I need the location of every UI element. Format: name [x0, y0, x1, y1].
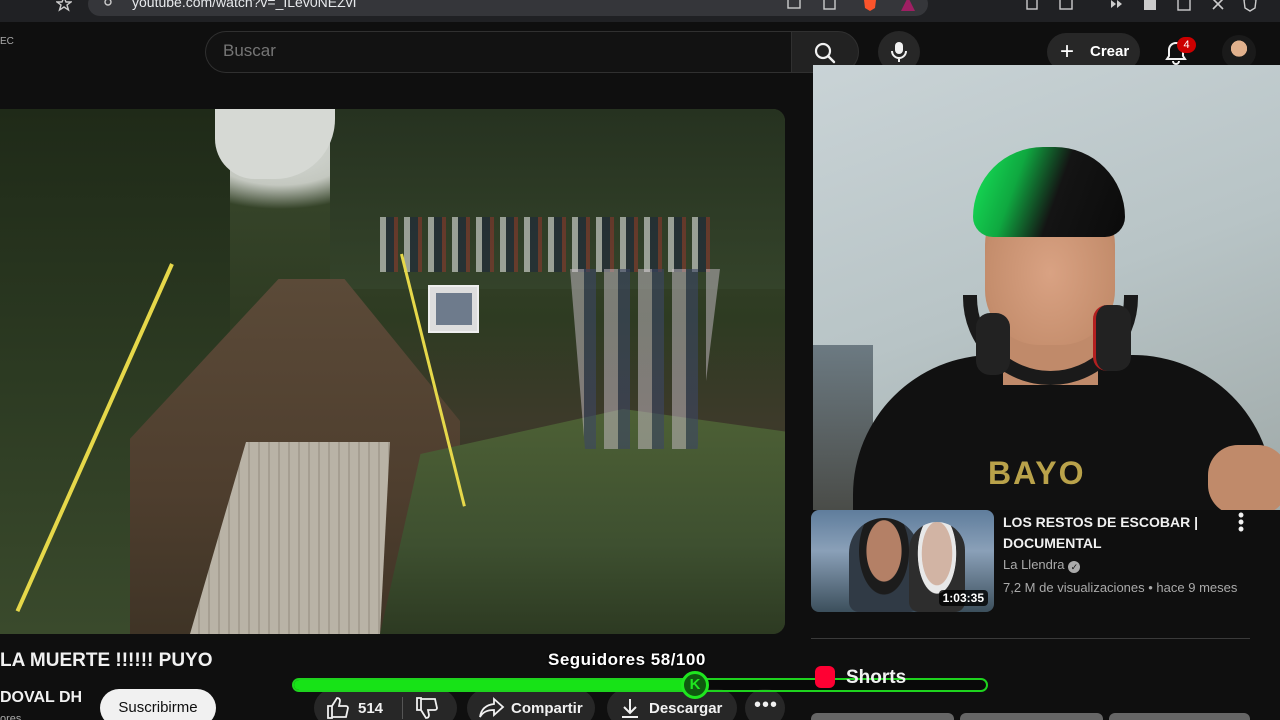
- puzzle-icon[interactable]: [1210, 0, 1226, 12]
- address-bar-url[interactable]: youtube.com/watch?v=_ILev0NEZvI: [132, 0, 357, 10]
- search-input[interactable]: [223, 41, 444, 61]
- share-button[interactable]: Compartir: [467, 689, 595, 720]
- tab-search-icon[interactable]: [1176, 0, 1192, 12]
- video-frame-sky: [215, 109, 335, 179]
- recommended-channel[interactable]: La Llendra ✓: [1003, 557, 1081, 573]
- video-player[interactable]: [0, 109, 785, 634]
- account-avatar[interactable]: [1222, 35, 1256, 69]
- thumbs-up-icon[interactable]: [326, 697, 350, 719]
- followers-progress-fill: [294, 680, 695, 690]
- video-frame-crowd: [380, 217, 710, 272]
- brave-rewards-icon[interactable]: [900, 0, 916, 12]
- thumbs-down-icon[interactable]: [415, 697, 439, 719]
- channel-name[interactable]: DOVAL DH: [0, 689, 82, 707]
- more-vertical-icon[interactable]: • • •: [1234, 506, 1248, 538]
- shorts-icon: [815, 666, 835, 688]
- like-dislike-group: 514: [314, 689, 457, 720]
- shorts-thumbnail[interactable]: [1109, 713, 1250, 720]
- more-horizontal-icon: •••: [754, 694, 779, 716]
- recommended-views: 7,2 M de visualizaciones: [1003, 580, 1145, 595]
- recommended-age: hace 9 meses: [1156, 580, 1238, 595]
- subscribe-button[interactable]: Suscribirme: [100, 689, 216, 720]
- like-count[interactable]: 514: [358, 700, 383, 717]
- wallet-icon[interactable]: [1242, 0, 1258, 12]
- recommended-video-thumbnail[interactable]: 1:03:35: [811, 510, 994, 612]
- microphone-icon: [891, 42, 907, 62]
- screenshot-icon[interactable]: [1058, 0, 1074, 12]
- like-divider: [402, 697, 403, 719]
- plus-icon: +: [1060, 38, 1075, 65]
- download-icon: [622, 699, 638, 718]
- open-in-window-icon[interactable]: [822, 0, 838, 12]
- webcam-person-arm: [1208, 445, 1280, 510]
- media-controls-icon[interactable]: [1108, 0, 1124, 12]
- video-frame-spectators: [570, 269, 720, 449]
- headphone-cup-left: [976, 313, 1010, 375]
- extension-icon[interactable]: [1024, 0, 1040, 12]
- download-label: Descargar: [649, 700, 723, 717]
- video-duration-badge: 1:03:35: [938, 590, 988, 606]
- brave-shield-icon[interactable]: [862, 0, 878, 12]
- search-box[interactable]: [205, 31, 791, 73]
- followers-goal-label: Seguidores 58/100: [548, 650, 706, 669]
- more-actions-button[interactable]: •••: [745, 689, 785, 720]
- notification-count-badge: 4: [1177, 37, 1196, 53]
- section-divider: [811, 638, 1250, 639]
- recommended-video-meta: 7,2 M de visualizaciones • hace 9 meses: [1003, 580, 1238, 595]
- video-frame-poster: [428, 285, 479, 333]
- country-code: EC: [0, 36, 14, 47]
- channel-subscribers: ores: [0, 713, 22, 720]
- kick-logo-icon: K: [681, 671, 709, 699]
- headphone-cup-right: [1093, 305, 1131, 371]
- shorts-thumbnail[interactable]: [811, 713, 954, 720]
- video-title: LA MUERTE !!!!!! PUYO: [0, 650, 213, 671]
- search-icon: [814, 42, 836, 64]
- create-label: Crear: [1090, 43, 1130, 60]
- bookmark-star-icon[interactable]: [56, 0, 72, 12]
- sidebar-icon[interactable]: [1142, 0, 1158, 12]
- browser-toolbar: youtube.com/watch?v=_ILev0NEZvI: [0, 0, 1280, 22]
- site-info-icon[interactable]: [100, 0, 116, 12]
- shorts-thumbnail[interactable]: [960, 713, 1103, 720]
- shirt-print-text: BAYO: [988, 455, 1086, 491]
- recommended-channel-name[interactable]: La Llendra: [1003, 557, 1064, 572]
- shorts-heading[interactable]: Shorts: [846, 667, 906, 689]
- download-button[interactable]: Descargar: [607, 689, 737, 720]
- webcam-person-hair: [973, 147, 1125, 237]
- streamer-webcam: BAYO: [813, 65, 1280, 510]
- verified-check-icon: ✓: [1068, 561, 1081, 573]
- share-label: Compartir: [511, 700, 583, 717]
- recommended-video-title[interactable]: LOS RESTOS DE ESCOBAR | DOCUMENTAL: [1003, 512, 1223, 554]
- share-arrow-icon: [479, 697, 505, 718]
- install-app-icon[interactable]: [786, 0, 802, 12]
